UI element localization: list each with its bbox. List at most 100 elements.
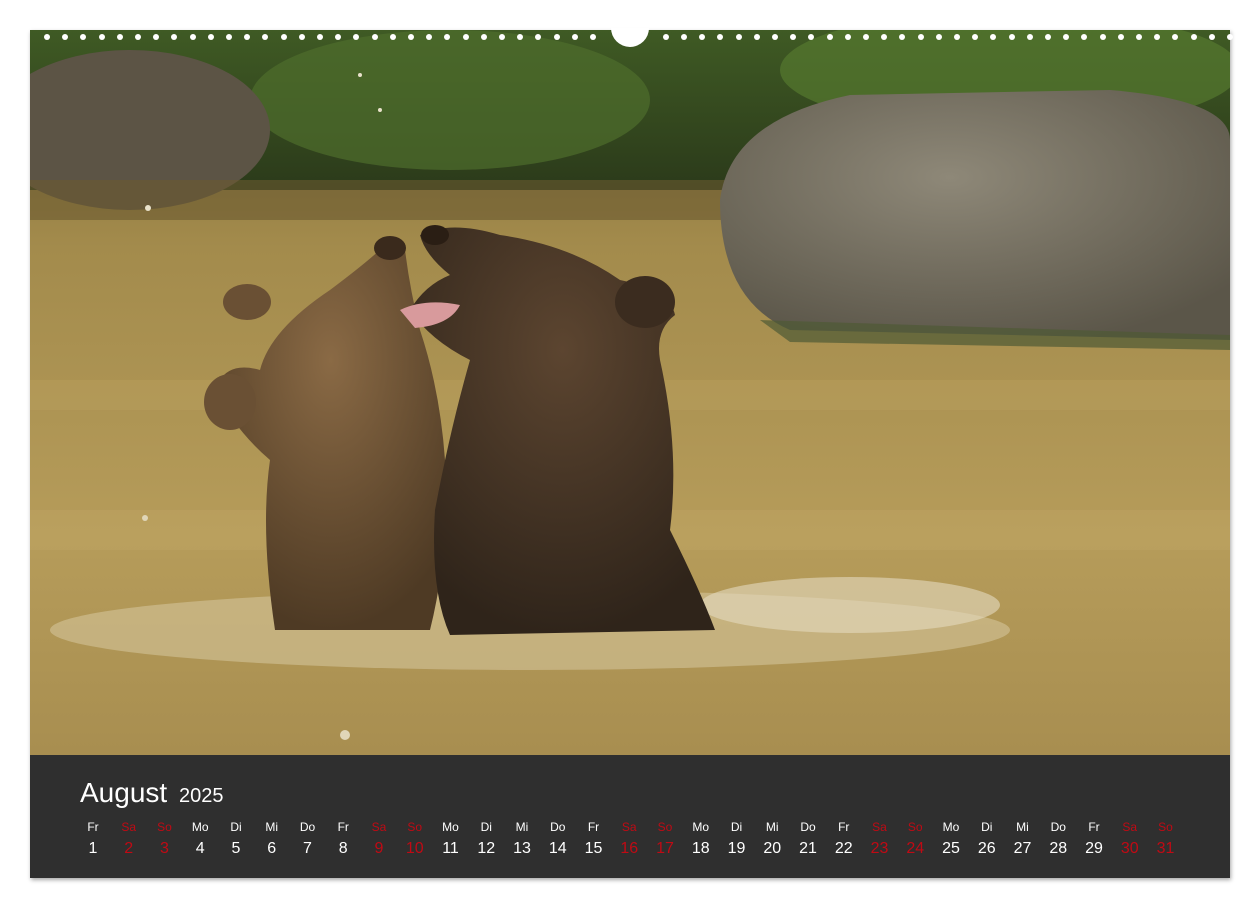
- weekday-label: Mo: [191, 820, 209, 834]
- binding-hole: [1154, 34, 1161, 40]
- day-number: 28: [1049, 840, 1068, 857]
- binding-hole: [808, 34, 815, 40]
- binding-hole: [735, 34, 742, 40]
- binding-hole: [681, 34, 687, 40]
- binding-hole: [389, 34, 396, 40]
- month-title: August 2025: [80, 777, 223, 809]
- day-number: 9: [374, 840, 384, 857]
- binding-hole: [244, 34, 251, 40]
- day-cell: Mi 20: [754, 819, 790, 859]
- weekday-label: Mi: [265, 820, 279, 834]
- day-number: 31: [1156, 840, 1175, 857]
- binding-hole: [662, 34, 669, 40]
- weekday-label: Do: [299, 820, 316, 834]
- day-number: 7: [303, 840, 312, 857]
- binding-hole: [153, 34, 160, 40]
- day-number: 6: [267, 840, 277, 857]
- binding-hole: [116, 34, 123, 40]
- day-number: 17: [656, 840, 674, 857]
- weekday-label: Mo: [442, 820, 459, 834]
- binding-hole: [753, 34, 760, 40]
- day-number: 14: [548, 840, 567, 857]
- weekday-label: Fr: [1088, 820, 1100, 834]
- day-cell: Mo 18: [683, 819, 719, 859]
- day-cell: Mi 27: [1005, 819, 1041, 859]
- binding-hole: [1190, 34, 1197, 40]
- day-number: 22: [834, 840, 853, 857]
- binding-hole: [1227, 34, 1233, 40]
- binding-hole: [408, 34, 414, 40]
- day-cell: Fr 8: [325, 819, 361, 859]
- binding-hole: [1117, 34, 1124, 40]
- day-cell: Mi 6: [254, 819, 290, 859]
- day-cell: So 17: [647, 819, 683, 859]
- weekday-label: Fr: [838, 820, 850, 834]
- day-number: 5: [231, 840, 241, 857]
- weekday-label: So: [1158, 820, 1173, 834]
- weekday-label: Mo: [692, 820, 710, 834]
- binding-hole: [80, 34, 87, 40]
- day-cell: Mi 13: [504, 819, 540, 859]
- binding-hole: [262, 34, 269, 40]
- weekday-label: Do: [1050, 820, 1066, 834]
- day-cell: Do 14: [540, 819, 576, 859]
- weekday-label: So: [657, 820, 673, 834]
- weekday-label: Di: [230, 820, 242, 834]
- binding-hole: [1008, 34, 1015, 40]
- binding-hole: [1172, 34, 1179, 40]
- day-number: 1: [88, 840, 98, 857]
- binding-hole: [844, 34, 851, 40]
- day-number: 20: [763, 840, 782, 857]
- weekday-label: So: [907, 820, 923, 834]
- day-number: 18: [691, 840, 710, 857]
- day-number: 11: [442, 840, 459, 857]
- weekday-label: Fr: [587, 820, 600, 834]
- weekday-label: Di: [981, 820, 993, 834]
- day-cell: Sa 23: [862, 819, 898, 859]
- day-cell: So 10: [397, 819, 433, 859]
- month-name: August: [80, 777, 168, 808]
- binding-hole: [935, 34, 942, 40]
- day-number: 4: [195, 840, 205, 857]
- day-cell: Sa 2: [111, 819, 147, 859]
- binding-hole: [790, 34, 797, 40]
- day-cell: Di 12: [468, 819, 504, 859]
- weekday-label: Mi: [765, 820, 779, 834]
- year: 2025: [178, 785, 224, 807]
- day-number: 8: [338, 840, 348, 857]
- binding-hole: [444, 34, 451, 40]
- day-cell: Do 28: [1040, 819, 1076, 859]
- binding-hole: [1208, 34, 1215, 40]
- weekday-label: Mi: [1016, 820, 1029, 834]
- binding-hole: [298, 34, 305, 40]
- binding-hole: [462, 34, 469, 40]
- day-number: 2: [124, 840, 134, 857]
- binding-hole: [226, 34, 232, 40]
- day-number: 16: [620, 840, 639, 857]
- binding-hole: [1063, 34, 1070, 40]
- binding-hole: [1081, 34, 1088, 40]
- binding-hole: [1099, 34, 1106, 40]
- binding-hole: [480, 34, 487, 40]
- binding-hole: [972, 34, 979, 40]
- binding-hole: [1136, 34, 1142, 40]
- bear-cubs-photo: [30, 30, 1230, 755]
- day-number: 29: [1085, 840, 1103, 857]
- day-cell: Fr 22: [826, 819, 862, 859]
- weekday-label: Fr: [87, 820, 99, 834]
- day-cell: Fr 15: [576, 819, 612, 859]
- day-number: 26: [977, 840, 996, 857]
- day-cell: So 31: [1148, 819, 1184, 859]
- weekday-label: Sa: [121, 820, 137, 834]
- weekday-label: Sa: [371, 820, 387, 834]
- binding-hole: [863, 34, 869, 40]
- weekday-label: Sa: [621, 820, 637, 834]
- binding-hole: [207, 34, 214, 40]
- day-cell: Mo 11: [433, 819, 469, 859]
- day-number: 10: [405, 840, 424, 857]
- day-number: 12: [477, 840, 496, 857]
- weekday-label: Sa: [1122, 820, 1138, 834]
- weekday-label: Fr: [337, 820, 349, 834]
- weekday-label: Mo: [942, 820, 960, 834]
- binding-hole: [317, 34, 323, 40]
